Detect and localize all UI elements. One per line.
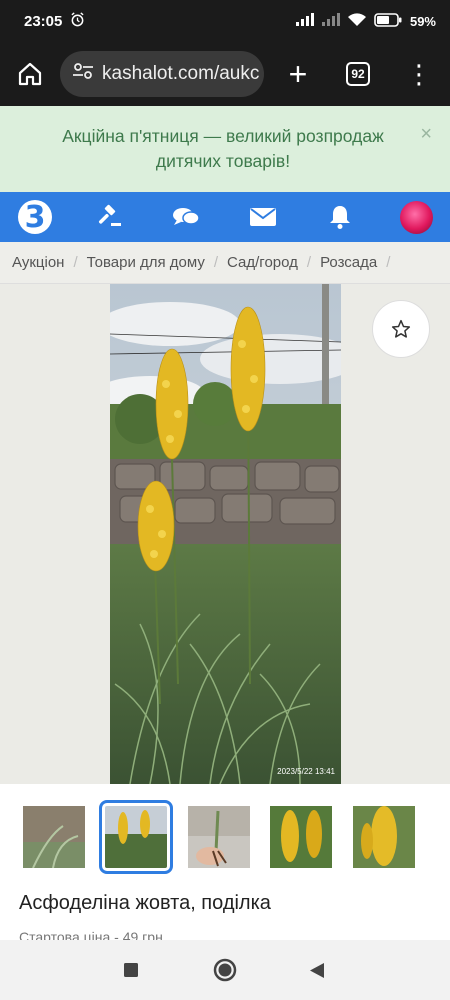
thumbnail-2-selected[interactable] bbox=[99, 800, 173, 874]
breadcrumb-item-seedlings[interactable]: Розсада bbox=[320, 254, 377, 271]
site-logo[interactable]: 3 bbox=[18, 200, 52, 235]
listing-title: Асфоделіна жовта, поділка bbox=[19, 892, 271, 914]
thumbnail-1[interactable] bbox=[23, 806, 85, 868]
thumbnail-4[interactable] bbox=[270, 806, 332, 868]
browser-toolbar: kashalot.com/aukc + 92 ⋮ bbox=[0, 42, 450, 106]
breadcrumb-separator: / bbox=[386, 254, 391, 271]
tab-switcher-button[interactable]: 92 bbox=[346, 62, 370, 86]
user-avatar[interactable] bbox=[400, 201, 433, 234]
notifications-bell-icon[interactable] bbox=[326, 203, 354, 231]
star-icon bbox=[391, 319, 411, 338]
thumbnail-3[interactable] bbox=[188, 806, 250, 868]
photo-gallery: 2023/5/22 13:41 bbox=[0, 284, 450, 784]
battery-level: 59% bbox=[409, 13, 436, 29]
breadcrumb: Аукціон / Товари для дому / Сад/город / … bbox=[0, 242, 450, 284]
alarm-icon bbox=[70, 11, 85, 31]
breadcrumb-item-garden[interactable]: Сад/город bbox=[227, 254, 298, 271]
main-product-photo[interactable]: 2023/5/22 13:41 bbox=[110, 284, 341, 784]
breadcrumb-item-home-goods[interactable]: Товари для дому bbox=[87, 254, 205, 271]
favorite-star-button[interactable] bbox=[372, 300, 430, 358]
signal-2-icon bbox=[321, 13, 340, 29]
auction-gavel-icon[interactable] bbox=[95, 203, 123, 231]
browser-menu-icon[interactable]: ⋮ bbox=[406, 61, 432, 87]
photo-timestamp: 2023/5/22 13:41 bbox=[277, 767, 335, 776]
breadcrumb-item-auction[interactable]: Аукціон bbox=[12, 254, 64, 271]
recents-square-icon[interactable] bbox=[124, 963, 138, 982]
thumbnail-strip bbox=[0, 784, 450, 886]
url-text: kashalot.com/aukc bbox=[102, 63, 260, 84]
thumbnail-5[interactable] bbox=[353, 806, 415, 868]
site-settings-icon[interactable] bbox=[72, 62, 94, 86]
system-nav-bar bbox=[0, 940, 450, 1000]
status-time: 23:05 bbox=[24, 12, 63, 30]
signal-icon bbox=[295, 13, 314, 29]
battery-icon bbox=[374, 12, 402, 30]
promo-text: Акційна п'ятниця — великий розпродаж дит… bbox=[62, 126, 384, 171]
new-tab-icon[interactable]: + bbox=[284, 56, 312, 93]
address-bar[interactable]: kashalot.com/aukc bbox=[60, 51, 264, 97]
mail-icon[interactable] bbox=[249, 203, 277, 231]
status-bar: 23:05 59% bbox=[0, 0, 450, 42]
home-icon[interactable] bbox=[14, 58, 46, 90]
messages-icon[interactable] bbox=[172, 203, 200, 231]
site-navbar: 3 bbox=[0, 192, 450, 242]
back-triangle-icon[interactable] bbox=[309, 962, 325, 984]
promo-banner[interactable]: Акційна п'ятниця — великий розпродаж дит… bbox=[0, 106, 450, 192]
breadcrumb-separator: / bbox=[213, 254, 219, 271]
home-circle-icon[interactable] bbox=[213, 958, 237, 987]
breadcrumb-separator: / bbox=[306, 254, 312, 271]
wifi-icon bbox=[347, 12, 366, 30]
close-icon[interactable]: × bbox=[420, 122, 432, 147]
breadcrumb-separator: / bbox=[73, 254, 78, 271]
